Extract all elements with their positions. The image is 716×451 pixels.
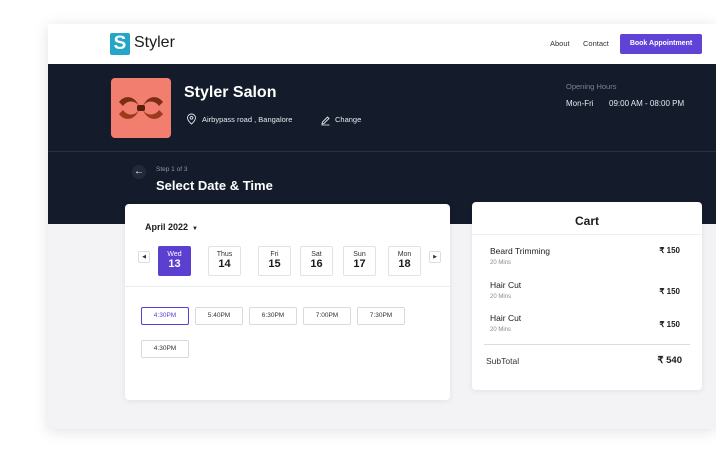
arrow-left-icon[interactable]: ←	[132, 165, 146, 179]
day-name: Sun	[353, 251, 366, 258]
location-pin-icon	[186, 112, 197, 130]
opening-time: 09:00 AM - 08:00 PM	[609, 99, 685, 108]
day-thu[interactable]: Thus 14	[208, 246, 241, 276]
chevron-right-icon[interactable]: ▶	[429, 251, 441, 263]
day-number: 13	[168, 258, 181, 270]
cart-item-duration: 20 Mins	[490, 294, 512, 300]
cart-item-name: Beard Trimming	[490, 246, 550, 256]
top-navbar: S Styler About Contact Book Appointment	[48, 24, 716, 64]
time-slot[interactable]: 4:30PM	[141, 340, 189, 358]
day-sat[interactable]: Sat 16	[300, 246, 333, 276]
app-window: S Styler About Contact Book Appointment …	[48, 24, 716, 429]
opening-days: Mon-Fri	[566, 99, 594, 108]
cart-divider	[484, 344, 690, 345]
day-fri[interactable]: Fri 15	[258, 246, 291, 276]
cart-title: Cart	[574, 214, 599, 228]
salon-logo-image	[111, 78, 171, 138]
chevron-down-icon: ▼	[192, 226, 198, 232]
time-slot[interactable]: 4:30PM	[141, 307, 189, 325]
cart-item-duration: 20 Mins	[490, 260, 512, 266]
brand-name[interactable]: Styler	[134, 32, 175, 54]
cart-item-price: ₹ 150	[659, 246, 680, 255]
cart-card: Cart Beard Trimming 20 Mins ₹ 150 Hair C…	[472, 202, 702, 390]
nav-about-link[interactable]: About	[550, 39, 570, 48]
day-wed[interactable]: Wed 13	[158, 246, 191, 276]
day-name: Sat	[311, 251, 322, 258]
cart-header-divider	[472, 234, 702, 235]
day-sun[interactable]: Sun 17	[343, 246, 376, 276]
time-slot[interactable]: 7:00PM	[303, 307, 351, 325]
cart-item-name: Hair Cut	[490, 313, 522, 323]
brand-logo-icon[interactable]: S	[110, 33, 130, 55]
nav-contact-link[interactable]: Contact	[583, 39, 609, 48]
salon-address: Airbypass road , Bangalore	[202, 115, 293, 124]
day-number: 17	[353, 258, 366, 270]
time-slot[interactable]: 7:30PM	[357, 307, 405, 325]
cart-item-price: ₹ 150	[659, 320, 680, 329]
day-number: 14	[218, 258, 231, 270]
time-slot[interactable]: 6:30PM	[249, 307, 297, 325]
day-number: 15	[268, 258, 281, 270]
subtotal-value: ₹ 540	[657, 355, 682, 366]
header-divider	[48, 151, 716, 152]
day-name: Fri	[270, 251, 279, 258]
cart-item-duration: 20 Mins	[490, 327, 512, 333]
cart-item-price: ₹ 150	[659, 287, 680, 296]
subtotal-label: SubTotal	[486, 356, 520, 366]
date-time-card: April 2022 ▼ ◀ Wed 13 Thus 14 Fri 15 Sat …	[125, 204, 450, 400]
day-mon[interactable]: Mon 18	[388, 246, 421, 276]
month-selector[interactable]: April 2022 ▼	[145, 222, 198, 232]
day-name: Wed	[167, 251, 182, 258]
step-title: Select Date & Time	[156, 178, 273, 193]
calendar-divider	[125, 286, 450, 287]
cart-item-name: Hair Cut	[490, 280, 522, 290]
pencil-icon[interactable]	[320, 113, 331, 131]
month-label: April 2022	[145, 222, 189, 232]
day-number: 16	[310, 258, 323, 270]
opening-hours-label: Opening Hours	[566, 82, 617, 91]
day-name: Thus	[216, 251, 233, 258]
salon-name: Styler Salon	[184, 84, 277, 101]
change-location-link[interactable]: Change	[335, 115, 361, 124]
time-slot[interactable]: 5:40PM	[195, 307, 243, 325]
step-indicator: Step 1 of 3	[156, 166, 188, 173]
chevron-left-icon[interactable]: ◀	[138, 251, 150, 263]
salon-header: Styler Salon Airbypass road , Bangalore …	[48, 64, 716, 224]
book-appointment-button[interactable]: Book Appointment	[620, 34, 702, 54]
day-name: Mon	[397, 251, 412, 258]
day-number: 18	[398, 258, 411, 270]
